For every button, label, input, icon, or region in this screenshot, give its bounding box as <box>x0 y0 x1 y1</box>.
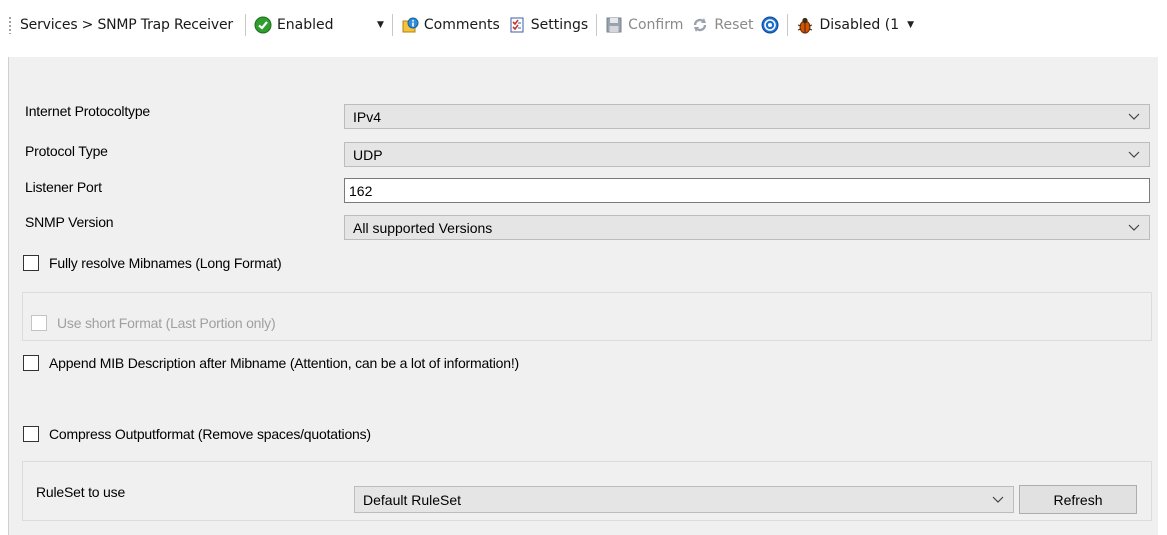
listener-port-input[interactable]: 162 <box>344 178 1150 203</box>
ruleset-label: RuleSet to use <box>36 484 126 500</box>
settings-checklist-icon <box>508 16 526 34</box>
ruleset-select[interactable]: Default RuleSet <box>354 486 1014 513</box>
append-mib-option[interactable]: Append MIB Description after Mibname (At… <box>23 355 519 371</box>
check-circle-icon <box>254 16 272 34</box>
reset-button[interactable]: Reset <box>687 12 757 38</box>
help-icon <box>761 16 779 34</box>
snmp-version-label: SNMP Version <box>25 214 114 230</box>
reset-icon <box>691 16 709 34</box>
protocol-type-select[interactable]: UDP <box>344 142 1150 167</box>
append-mib-checkbox[interactable] <box>23 355 39 371</box>
status-value: Enabled <box>276 17 334 33</box>
listener-port-label: Listener Port <box>25 179 102 195</box>
confirm-button[interactable]: Confirm <box>601 12 687 38</box>
snmp-version-select[interactable]: All supported Versions <box>344 215 1150 240</box>
short-format-option[interactable]: Use short Format (Last Portion only) <box>31 315 276 331</box>
debug-value: Disabled (1 <box>819 17 900 33</box>
snmp-version-value: All supported Versions <box>353 219 493 236</box>
toolbar-grip[interactable] <box>8 16 12 34</box>
status-dropdown[interactable]: Enabled ▼ <box>249 12 388 38</box>
toolbar-separator <box>391 14 393 36</box>
ruleset-value: Default RuleSet <box>363 491 462 508</box>
comments-label: Comments <box>423 17 500 33</box>
listener-port-value: 162 <box>349 182 373 199</box>
fully-resolve-option[interactable]: Fully resolve Mibnames (Long Format) <box>23 255 282 271</box>
compress-output-checkbox[interactable] <box>23 426 39 442</box>
compress-output-option[interactable]: Compress Outputformat (Remove spaces/quo… <box>23 426 371 442</box>
ip-protocol-label: Internet Protocoltype <box>25 103 150 119</box>
toolbar-separator <box>244 14 246 36</box>
chevron-down-icon: ▼ <box>907 20 915 30</box>
ruleset-group: RuleSet to use Default RuleSet Refresh <box>22 461 1152 521</box>
append-mib-label: Append MIB Description after Mibname (At… <box>49 355 519 371</box>
save-icon <box>605 16 623 34</box>
refresh-button[interactable]: Refresh <box>1019 485 1137 514</box>
ip-protocol-value: IPv4 <box>353 108 382 125</box>
breadcrumb: Services > SNMP Trap Receiver <box>20 17 233 33</box>
fully-resolve-label: Fully resolve Mibnames (Long Format) <box>49 255 282 271</box>
comments-button[interactable]: Comments <box>397 12 504 38</box>
ip-protocol-select[interactable]: IPv4 <box>344 104 1150 129</box>
settings-panel: Internet Protocoltype IPv4 Protocol Type… <box>8 57 1158 535</box>
chevron-down-icon: ▼ <box>376 20 384 30</box>
chevron-down-icon <box>1128 113 1140 120</box>
debug-dropdown[interactable]: Disabled (1 ▼ <box>792 12 919 38</box>
bug-icon <box>796 16 814 34</box>
comments-icon <box>401 16 419 34</box>
settings-button[interactable]: Settings <box>504 12 592 38</box>
toolbar: Services > SNMP Trap Receiver Enabled ▼ … <box>0 0 1167 50</box>
toolbar-separator <box>596 14 598 36</box>
compress-output-label: Compress Outputformat (Remove spaces/quo… <box>49 426 371 442</box>
refresh-label: Refresh <box>1053 491 1103 508</box>
short-format-checkbox[interactable] <box>31 315 47 331</box>
toolbar-separator <box>787 14 789 36</box>
protocol-type-label: Protocol Type <box>25 143 108 159</box>
chevron-down-icon <box>1128 224 1140 231</box>
protocol-type-value: UDP <box>353 146 383 163</box>
short-format-group: Use short Format (Last Portion only) <box>22 292 1152 341</box>
reset-label: Reset <box>714 17 754 33</box>
confirm-label: Confirm <box>628 17 684 33</box>
fully-resolve-checkbox[interactable] <box>23 255 39 271</box>
settings-label: Settings <box>530 17 589 33</box>
short-format-label: Use short Format (Last Portion only) <box>57 315 276 331</box>
help-button[interactable] <box>757 12 783 38</box>
chevron-down-icon <box>992 496 1004 503</box>
chevron-down-icon <box>1128 151 1140 158</box>
